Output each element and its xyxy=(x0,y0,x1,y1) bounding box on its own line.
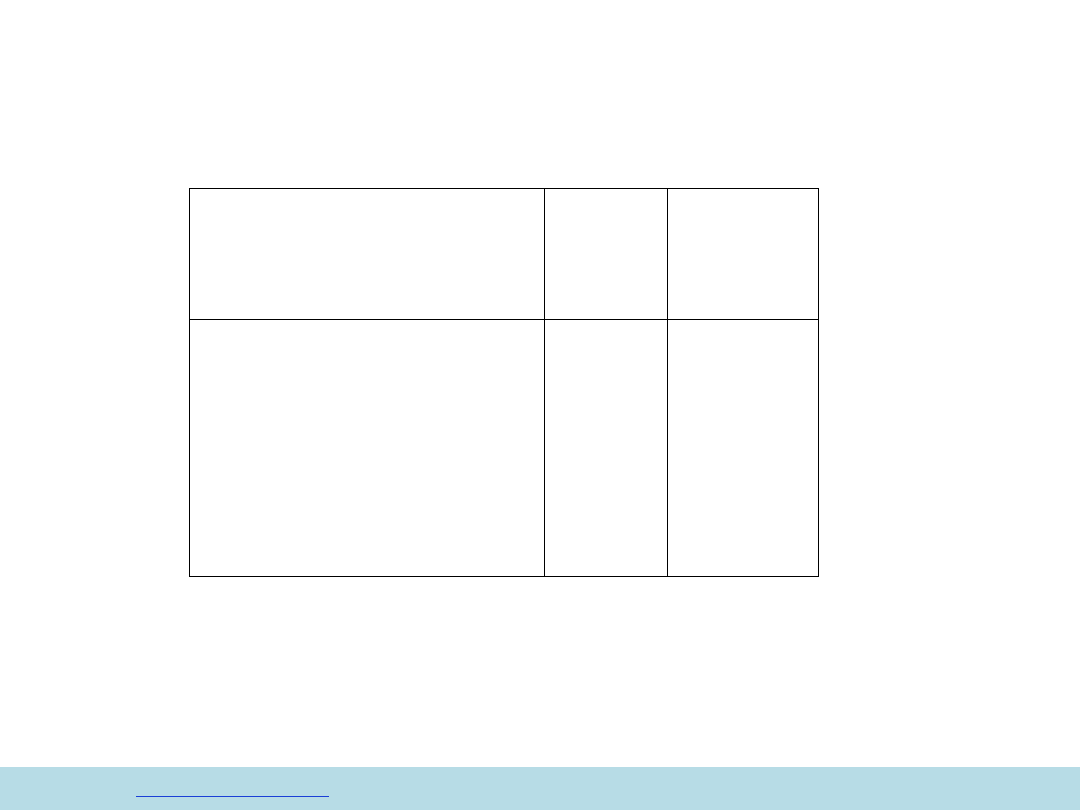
table-cell xyxy=(189,319,545,577)
footer-link[interactable] xyxy=(136,782,329,797)
table-row xyxy=(189,187,820,321)
table-cell xyxy=(189,187,545,321)
table-cell xyxy=(666,187,820,321)
table-row xyxy=(189,319,820,577)
empty-table xyxy=(189,187,820,577)
table-cell xyxy=(543,187,668,321)
table-cell xyxy=(666,319,820,577)
table-cell xyxy=(543,319,668,577)
slide-page xyxy=(0,0,1080,810)
